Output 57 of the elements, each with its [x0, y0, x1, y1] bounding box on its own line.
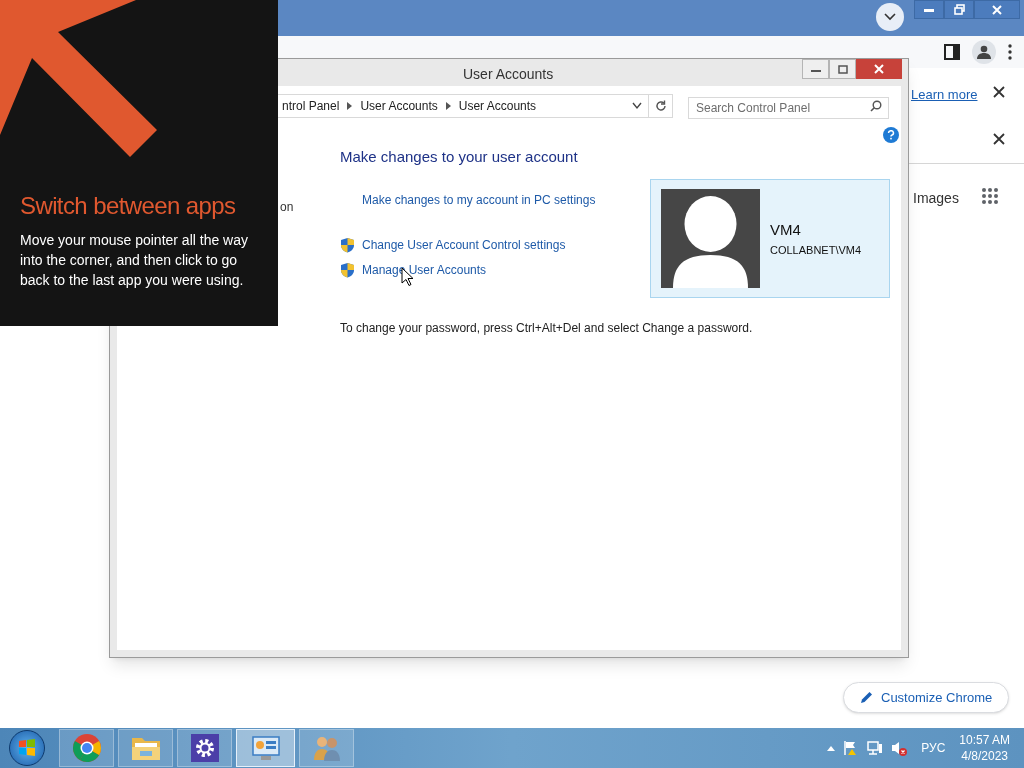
control-panel-icon [250, 734, 281, 762]
sidebar-link[interactable]: on [280, 198, 294, 216]
apps-grid-icon[interactable] [981, 187, 999, 205]
refresh-icon [654, 100, 667, 112]
settings-link[interactable]: Change User Account Control settings [362, 235, 566, 254]
breadcrumb-item[interactable]: ntrol Panel [282, 97, 340, 115]
close-icon[interactable] [992, 84, 1006, 100]
window-title: User Accounts [463, 65, 554, 84]
password-note: To change your password, press Ctrl+Alt+Del and select Change a password. [340, 320, 753, 337]
taskbar-button[interactable] [236, 729, 295, 767]
restore-button[interactable] [944, 0, 974, 19]
breadcrumb-item[interactable]: User Accounts [360, 97, 438, 115]
settings-link[interactable]: Make changes to my account in PC settings [362, 190, 596, 209]
close-icon [874, 64, 884, 74]
folder-icon [130, 735, 161, 761]
minimize-button[interactable] [802, 59, 829, 79]
maximize-button[interactable] [829, 59, 856, 79]
maximize-icon [837, 64, 848, 74]
chevron-icon [445, 102, 451, 110]
close-button[interactable] [856, 59, 902, 79]
search-field[interactable]: Search Control Panel [688, 97, 889, 119]
users-icon [311, 734, 342, 762]
windows-logo-icon [17, 738, 37, 758]
customize-chrome-button[interactable]: Customize Chrome [843, 682, 1010, 713]
minimize-button[interactable] [914, 0, 944, 19]
more-menu-icon[interactable] [1008, 44, 1012, 60]
chrome-logo-icon [71, 733, 102, 763]
user-avatar-icon [661, 189, 760, 288]
close-icon[interactable] [992, 131, 1006, 147]
learn-more-link[interactable]: Learn more [911, 85, 978, 105]
section-heading: Make changes to your user account [340, 147, 579, 167]
restore-icon [953, 4, 965, 15]
minimize-icon [924, 7, 934, 12]
chevron-down-icon [884, 13, 896, 21]
tip-text: Move your mouse pointer all the way into the corner, and then click to go back to the last app you were using. [20, 231, 249, 290]
tip-title: Switch between apps [20, 191, 237, 221]
show-hidden-icons-icon[interactable] [827, 745, 836, 751]
start-button[interactable] [9, 730, 45, 766]
gear-icon [190, 734, 219, 762]
dropdown-icon[interactable] [632, 102, 642, 110]
corner-arrow-icon [0, 0, 158, 157]
settings-link[interactable]: Manage User Accounts [362, 260, 487, 279]
shield-icon [340, 236, 355, 253]
side-panel-icon[interactable] [944, 44, 960, 60]
shield-icon [340, 261, 355, 278]
close-icon [992, 4, 1002, 15]
network-icon[interactable] [867, 740, 884, 756]
chevron-icon [347, 102, 353, 110]
pencil-icon [860, 691, 873, 704]
close-button[interactable] [974, 0, 1020, 19]
user-name: VM4 [770, 220, 802, 240]
search-icon [870, 100, 882, 112]
muted-speaker-icon[interactable] [891, 740, 908, 756]
account-name: COLLABNET\VM4 [770, 242, 862, 258]
help-icon[interactable] [883, 127, 899, 143]
breadcrumb-item[interactable]: User Accounts [458, 97, 537, 115]
images-link[interactable]: Images [913, 188, 959, 209]
